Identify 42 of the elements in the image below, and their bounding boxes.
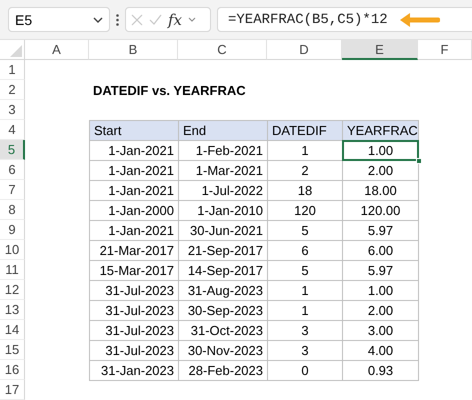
table-cell: 0.93: [342, 360, 419, 381]
column-header: DATEDIF: [267, 120, 343, 141]
row-header[interactable]: 13: [0, 300, 25, 320]
chevron-down-icon: [93, 16, 103, 22]
column-header[interactable]: B: [89, 40, 178, 60]
row-header[interactable]: 9: [0, 220, 25, 240]
column-header[interactable]: A: [25, 40, 89, 60]
row-header[interactable]: 8: [0, 200, 25, 220]
column-header[interactable]: E: [342, 40, 418, 60]
column-header: End: [178, 120, 268, 141]
arrow-left-icon: [400, 12, 440, 26]
select-all-icon[interactable]: [10, 45, 22, 57]
row-header[interactable]: 10: [0, 240, 25, 260]
chevron-down-icon: [188, 17, 196, 22]
insert-function-button[interactable]: fx: [168, 10, 182, 28]
column-header[interactable]: F: [418, 40, 472, 60]
name-box[interactable]: E5: [8, 7, 110, 32]
row-header[interactable]: 6: [0, 160, 25, 180]
row-header[interactable]: 5: [0, 140, 25, 160]
column-header: YEARFRAC: [342, 120, 419, 141]
formula-bar[interactable]: =YEARFRAC(B5,C5)*12: [217, 7, 472, 32]
row-header[interactable]: 11: [0, 260, 25, 280]
row-header[interactable]: 17: [0, 380, 25, 400]
more-vertical-icon: [116, 14, 119, 26]
row-header[interactable]: 16: [0, 360, 25, 380]
row-header[interactable]: 3: [0, 100, 25, 120]
active-cell[interactable]: 1.00: [342, 140, 419, 161]
row-header[interactable]: 1: [0, 60, 25, 80]
cancel-icon[interactable]: [131, 14, 143, 26]
row-header[interactable]: 14: [0, 320, 25, 340]
column-header[interactable]: C: [178, 40, 267, 60]
row-header[interactable]: 12: [0, 280, 25, 300]
column-header[interactable]: D: [267, 40, 342, 60]
row-header[interactable]: 15: [0, 340, 25, 360]
check-icon[interactable]: [149, 14, 162, 25]
row-header[interactable]: 4: [0, 120, 25, 140]
title: DATEDIF vs. YEARFRAC: [92, 82, 247, 100]
table-cell: 31-Jan-2023: [89, 360, 179, 381]
fill-handle[interactable]: [416, 158, 422, 164]
row-header[interactable]: 2: [0, 80, 25, 100]
column-header: Start: [89, 120, 179, 141]
row-header[interactable]: 7: [0, 180, 25, 200]
